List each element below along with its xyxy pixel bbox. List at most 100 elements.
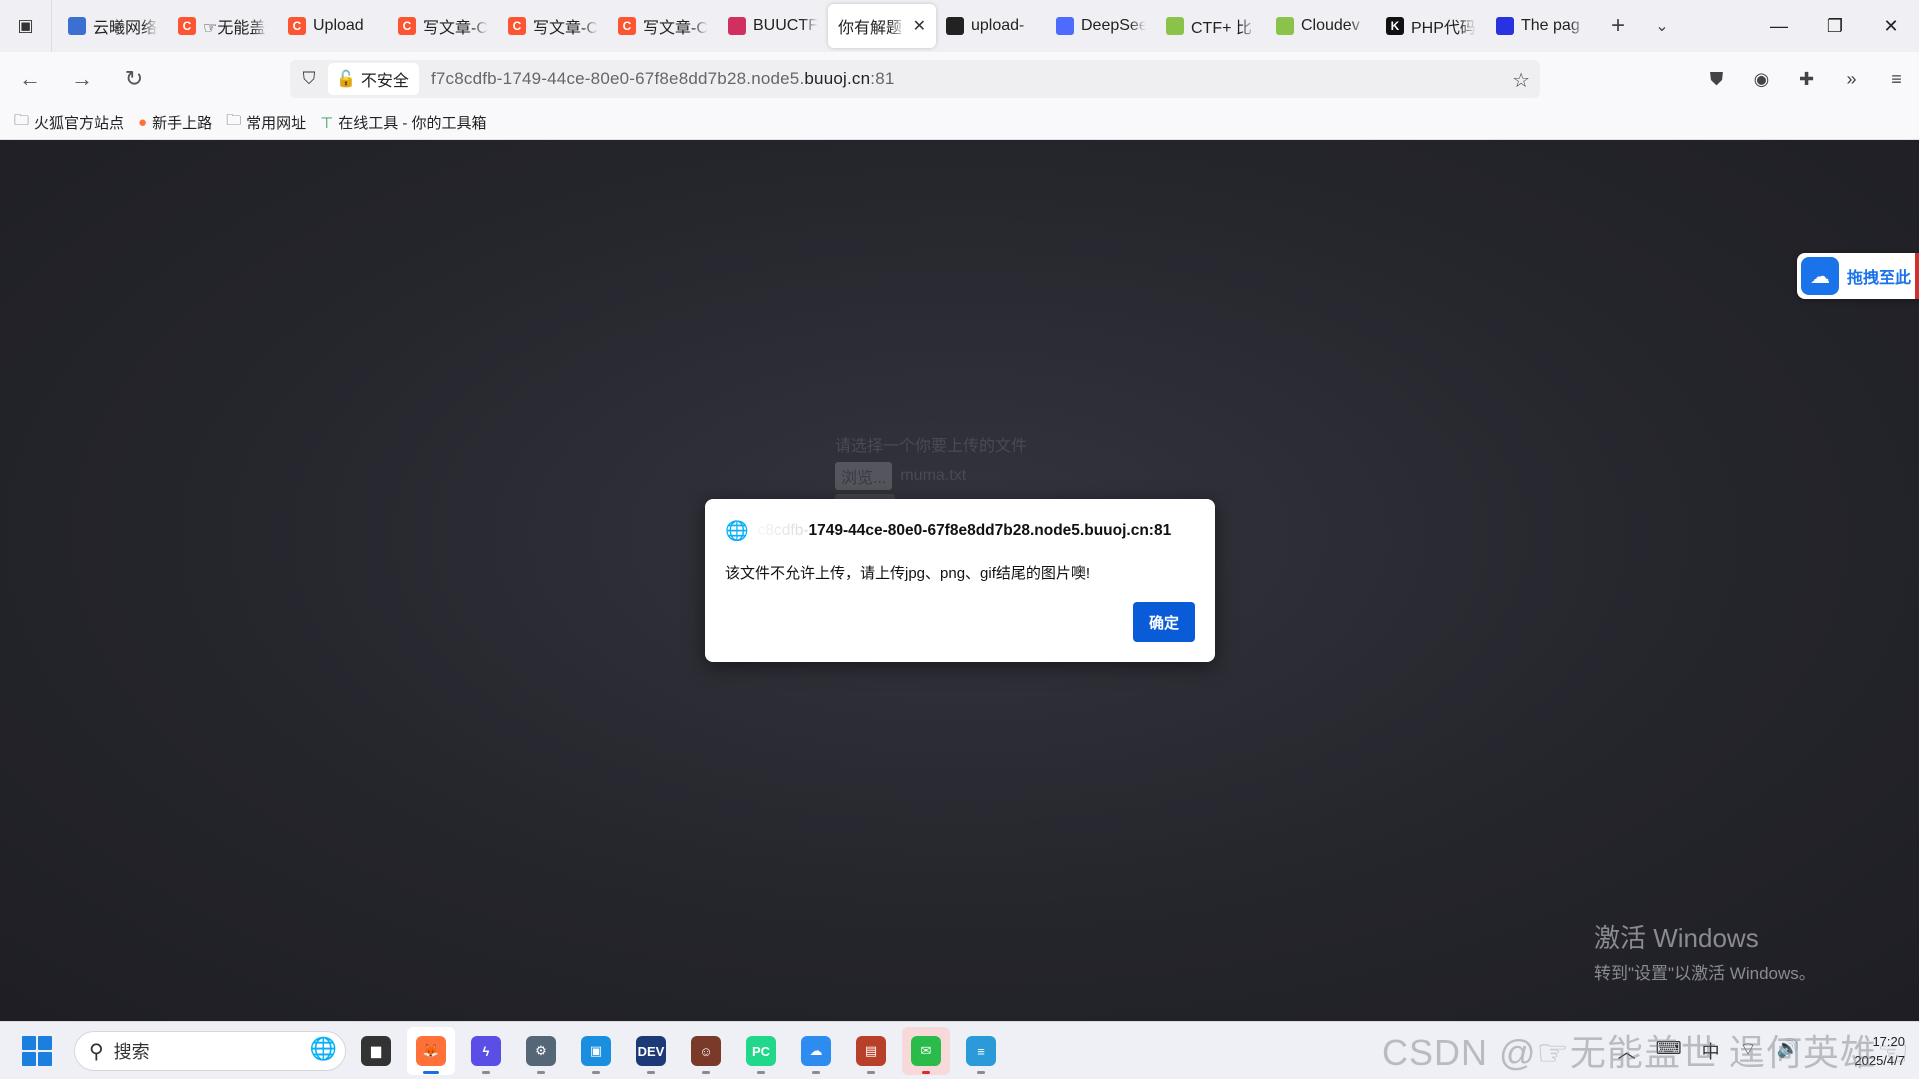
dialog-origin: c8cdfb-1749-44ce-80e0-67f8e8dd7b28.node5… [758, 522, 1172, 540]
upload-form-title: 请选择一个你要上传的文件 [835, 438, 1028, 455]
reload-icon[interactable]: ↻ [112, 57, 156, 101]
running-indicator [537, 1071, 545, 1074]
bookmark-3[interactable]: ⊤ 在线工具 - 你的工具箱 [320, 112, 486, 133]
running-indicator [702, 1071, 710, 1074]
list-all-tabs-button[interactable]: ⌄ [1640, 4, 1684, 48]
tab-3[interactable]: C 写文章-CSDN [388, 4, 498, 48]
cloud-icon [68, 17, 86, 35]
tab-title: Upload [313, 17, 364, 34]
taskbar-app-baidu-netdisk[interactable]: ☁ [792, 1027, 840, 1075]
minimize-icon[interactable]: — [1751, 0, 1807, 52]
tab-title: BUUCTF [753, 17, 818, 34]
url-host: buuoj.cn [804, 69, 871, 88]
bookmark-label: 新手上路 [152, 115, 213, 132]
extensions-icon[interactable]: ✚ [1784, 69, 1829, 90]
pocket-icon[interactable]: ⛊ [1694, 69, 1739, 90]
dialog-origin-faded: c8cdfb- [757, 522, 809, 539]
running-indicator [592, 1071, 600, 1074]
activation-subtitle: 转到"设置"以激活 Windows。 [1594, 964, 1816, 983]
tab-list: 云曦网络 C ☞无能盖世 C Upload C 写文章-CSDN C 写文章-CSDN C 写文章-… [52, 0, 1596, 52]
tab-1[interactable]: C ☞无能盖世 [168, 4, 278, 48]
restore-icon[interactable]: ❐ [1807, 0, 1863, 52]
tab-0[interactable]: 云曦网络 [58, 4, 168, 48]
folder-icon: 🗀 [14, 112, 30, 129]
tab-title: DeepSeek [1081, 17, 1146, 34]
taskbar-app-pycharm[interactable]: PC [737, 1027, 785, 1075]
url-port: :81 [870, 69, 895, 88]
tab-title: 写文章-CSDN [423, 20, 488, 37]
tab-12[interactable]: K PHP代码 [1376, 4, 1486, 48]
tab-manager-icon[interactable]: ▣ [0, 0, 52, 52]
tab-title: PHP代码 [1411, 20, 1476, 37]
app-bolt-icon: ϟ [471, 1036, 501, 1066]
account-icon[interactable]: ◉ [1739, 69, 1784, 90]
browse-button[interactable]: 浏览... [835, 462, 893, 490]
csdn-watermark: CSDN @☞无能盖世 逞何英雄☜ [1382, 1032, 1911, 1073]
insecure-label: 不安全 [360, 73, 409, 90]
insecure-lock-icon: 🔓 [336, 71, 356, 88]
tab-7[interactable]: 你有解题 ✕ [828, 4, 936, 48]
tab-2[interactable]: C Upload [278, 4, 388, 48]
firefox-icon: 🦊 [416, 1036, 446, 1066]
taskbar-app-vmware[interactable]: ▣ [572, 1027, 620, 1075]
globe-icon: 🌐 [725, 521, 749, 542]
tab-6[interactable]: BUUCTF [718, 4, 828, 48]
tab-9[interactable]: DeepSeek [1046, 4, 1156, 48]
notepad-icon: ≡ [966, 1036, 996, 1066]
taskbar-search[interactable]: ⚲ 搜索 🌐 [74, 1031, 346, 1071]
tab-13[interactable]: The pag [1486, 4, 1596, 48]
back-icon[interactable]: ← [8, 57, 52, 101]
taskbar-app-winrar[interactable]: ▤ [847, 1027, 895, 1075]
dialog-origin-main: 1749-44ce-80e0-67f8e8dd7b28.node5.buuoj.… [808, 522, 1172, 539]
tab-8[interactable]: upload- [936, 4, 1046, 48]
close-tab-icon[interactable]: ✕ [913, 16, 926, 36]
bookmark-2[interactable]: 🗀 常用网址 [226, 110, 306, 135]
taskbar-app-dev-cpp[interactable]: DEV [627, 1027, 675, 1075]
taskbar-app-notepad[interactable]: ≡ [957, 1027, 1005, 1075]
bookmarks-toolbar: 🗀 火狐官方站点 ● 新手上路 🗀 常用网址 ⊤ 在线工具 - 你的工具箱 [0, 106, 1919, 140]
search-highlight-icon: 🌐 [309, 1036, 337, 1061]
start-button[interactable] [22, 1036, 52, 1066]
tab-11[interactable]: Cloudev [1266, 4, 1376, 48]
taskbar-app-app-gear[interactable]: ⚙ [517, 1027, 565, 1075]
connection-insecure-badge[interactable]: 🔓 不安全 [328, 63, 419, 95]
taskbar-app-wechat[interactable]: ✉ [902, 1027, 950, 1075]
app-gear-icon: ⚙ [526, 1036, 556, 1066]
ok-button[interactable]: 确定 [1133, 602, 1195, 642]
dialog-message: 该文件不允许上传，请上传jpg、png、gif结尾的图片噢! [725, 565, 1091, 582]
hamburger-menu-icon[interactable]: ≡ [1874, 69, 1919, 90]
tab-title: 写文章-CSDN [643, 20, 708, 37]
bookmark-1[interactable]: ● 新手上路 [138, 112, 212, 133]
bookmark-star-icon[interactable]: ☆ [1512, 68, 1530, 93]
running-indicator [977, 1071, 985, 1074]
running-indicator [867, 1071, 875, 1074]
folder-icon: 🗀 [226, 112, 242, 129]
taskbar-app-task-view[interactable]: ▆ [352, 1027, 400, 1075]
address-bar[interactable]: ⛉ 🔓 不安全 f7c8cdfb-1749-44ce-80e0-67f8e8dd… [290, 60, 1540, 98]
tab-10[interactable]: CTF+ 比 [1156, 4, 1266, 48]
tab-title: 写文章-CSDN [533, 20, 598, 37]
bookmark-0[interactable]: 🗀 火狐官方站点 [14, 110, 124, 135]
taskbar-app-firefox[interactable]: 🦊 [407, 1027, 455, 1075]
url-prefix: f7c8cdfb-1749-44ce-80e0-67f8e8dd7b28.nod… [430, 69, 805, 88]
csdn-icon: C [618, 17, 636, 35]
new-tab-button[interactable]: + [1596, 4, 1640, 48]
taskbar-app-app-avatar[interactable]: ☺ [682, 1027, 730, 1075]
drag-drop-float-widget[interactable]: ☁ 拖拽至此 [1797, 253, 1919, 299]
upload-form-dimmed: 请选择一个你要上传的文件 浏览... muma.txt [835, 432, 1027, 506]
taskbar-app-app-bolt[interactable]: ϟ [462, 1027, 510, 1075]
ctf-icon [1276, 17, 1294, 35]
tab-5[interactable]: C 写文章-CSDN [608, 4, 718, 48]
task-view-icon: ▆ [361, 1036, 391, 1066]
tab-title: Cloudev [1301, 17, 1360, 34]
tab-title: The pag [1521, 17, 1580, 34]
close-window-icon[interactable]: ✕ [1863, 0, 1919, 52]
forward-icon[interactable]: → [60, 57, 104, 101]
baidu-netdisk-icon: ☁ [801, 1036, 831, 1066]
tab-4[interactable]: C 写文章-CSDN [498, 4, 608, 48]
tracking-protection-icon[interactable]: ⛉ [290, 69, 328, 89]
url-text[interactable]: f7c8cdfb-1749-44ce-80e0-67f8e8dd7b28.nod… [431, 69, 895, 89]
overflow-menu-icon[interactable]: » [1829, 69, 1874, 90]
running-indicator [812, 1071, 820, 1074]
window-controls: — ❐ ✕ [1751, 0, 1919, 52]
